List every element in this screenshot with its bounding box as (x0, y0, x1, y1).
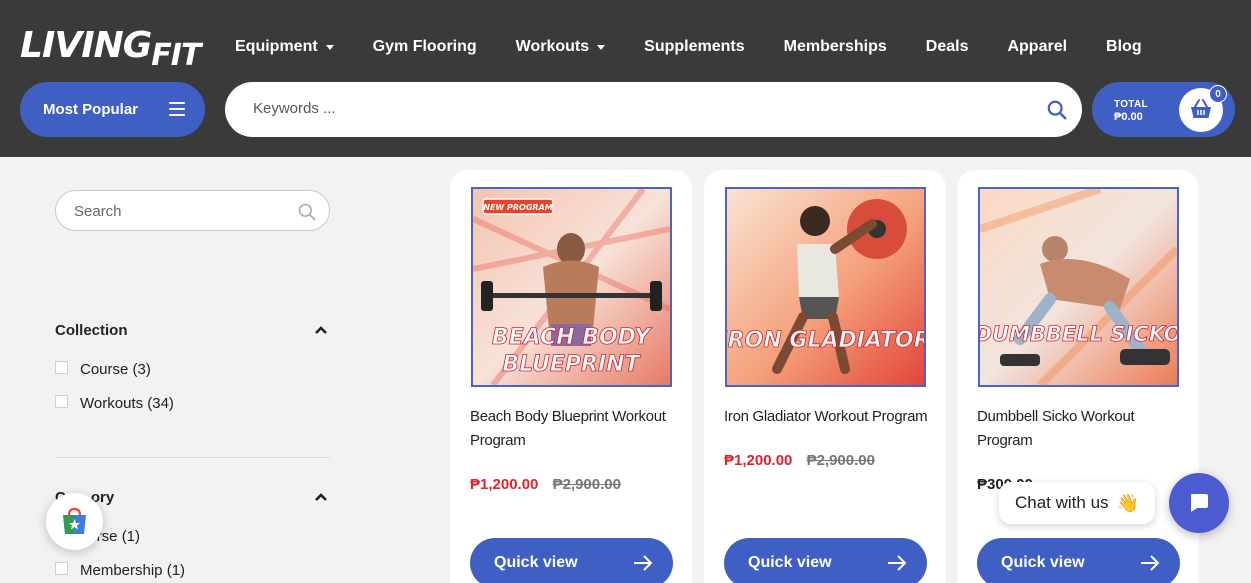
most-popular-label: Most Popular (43, 101, 139, 118)
chevron-down-icon (325, 44, 334, 50)
logo[interactable]: LIVINGFIT (20, 18, 208, 74)
product-card: IRON GLADIATOR Iron Gladiator Workout Pr… (704, 170, 946, 583)
filter-option-label: Workouts (34) (80, 395, 174, 412)
search-icon[interactable] (297, 202, 317, 222)
product-image[interactable]: DUMBBELL SICKO (978, 187, 1179, 387)
chevron-up-icon (315, 493, 327, 501)
header-search (225, 82, 1082, 137)
product-image[interactable]: IRON GLADIATOR (725, 187, 926, 387)
nav-label: Blog (1106, 38, 1142, 55)
new-program-badge: NEW PROGRAM (483, 203, 553, 212)
price-row: ₱1,200.00 ₱2,900.00 (724, 452, 875, 469)
original-price: ₱2,900.00 (806, 452, 875, 469)
nav-label: Memberships (783, 38, 887, 55)
nav-label: Equipment (235, 38, 318, 55)
chat-icon (1191, 494, 1208, 512)
arrow-right-icon (888, 555, 907, 571)
shopping-bag-badge-button[interactable] (46, 493, 103, 550)
cart-button[interactable]: TOTAL ₱0.00 0 (1092, 82, 1235, 137)
product-title[interactable]: Dumbbell Sicko Workout Program (977, 405, 1182, 453)
divider (55, 457, 330, 458)
quick-view-button[interactable]: Quick view (977, 538, 1180, 583)
image-title: DUMBBELL SICKO (980, 322, 1177, 346)
most-popular-button[interactable]: Most Popular (20, 82, 205, 137)
chevron-down-icon (597, 44, 606, 50)
cart-count-badge: 0 (1209, 85, 1227, 103)
checkbox[interactable] (55, 361, 68, 374)
nav-label: Apparel (1007, 38, 1068, 55)
sale-price: ₱1,200.00 (470, 476, 539, 493)
nav-label: Supplements (644, 38, 745, 55)
product-title[interactable]: Beach Body Blueprint Workout Program (470, 405, 675, 453)
image-title: IRON GLADIATOR (727, 328, 924, 353)
sale-price: ₱1,200.00 (724, 452, 793, 469)
price-row: ₱1,200.00 ₱2,900.00 (470, 476, 621, 493)
menu-icon (169, 102, 185, 116)
nav-label: Deals (925, 38, 969, 55)
cart-total-value: ₱0.00 (1114, 111, 1143, 123)
nav-apparel[interactable]: Apparel (1007, 36, 1067, 58)
nav-deals[interactable]: Deals (926, 36, 969, 58)
nav-blog[interactable]: Blog (1106, 36, 1142, 58)
original-price: ₱2,900.00 (552, 476, 621, 493)
quick-view-label: Quick view (1001, 554, 1085, 571)
nav-label: Gym Flooring (372, 38, 477, 55)
nav-equipment[interactable]: Equipment (235, 36, 334, 58)
filter-title: Collection (55, 322, 128, 339)
image-title-line2: BLUEPRINT (502, 352, 641, 377)
quick-view-button[interactable]: Quick view (470, 538, 673, 583)
main-nav: Equipment Gym Flooring Workouts Suppleme… (235, 36, 1181, 58)
nav-label: Workouts (515, 38, 590, 55)
sidebar-search (55, 190, 330, 231)
logo-text: LIVINGFIT (20, 25, 201, 74)
nav-workouts[interactable]: Workouts (515, 36, 606, 58)
chat-label: Chat with us (1015, 493, 1109, 512)
keywords-input[interactable] (253, 100, 1013, 117)
filter-option-label: Membership (1) (80, 562, 186, 579)
arrow-right-icon (1141, 555, 1160, 571)
checkbox[interactable] (55, 395, 68, 408)
sidebar-search-input[interactable] (74, 203, 294, 220)
product-card: NEW PROGRAM BEACH BODY BLUEPRINT Beach B… (450, 170, 692, 583)
filter-option-label: Course (3) (80, 361, 151, 378)
nav-supplements[interactable]: Supplements (644, 36, 744, 58)
cart-total-label: TOTAL (1114, 99, 1148, 110)
filter-option-course[interactable]: Course (3) (55, 361, 151, 378)
chat-launcher-button[interactable] (1169, 473, 1229, 533)
arrow-right-icon (634, 555, 653, 571)
filter-option-membership[interactable]: Membership (1) (55, 562, 185, 579)
chat-prompt[interactable]: Chat with us 👋 (999, 482, 1155, 524)
wave-icon: 👋 (1116, 492, 1139, 513)
filter-option-workouts[interactable]: Workouts (34) (55, 395, 174, 412)
product-image[interactable]: NEW PROGRAM BEACH BODY BLUEPRINT (471, 187, 672, 387)
checkbox[interactable] (55, 562, 68, 575)
nav-gym-flooring[interactable]: Gym Flooring (373, 36, 477, 58)
image-title-line1: BEACH BODY (492, 325, 652, 350)
quick-view-label: Quick view (494, 554, 578, 571)
product-title[interactable]: Iron Gladiator Workout Program (724, 405, 929, 429)
site-header: LIVINGFIT Equipment Gym Flooring Workout… (0, 0, 1251, 157)
nav-memberships[interactable]: Memberships (784, 36, 887, 58)
shopping-bag-icon (63, 507, 86, 534)
search-icon[interactable] (1046, 99, 1068, 121)
quick-view-button[interactable]: Quick view (724, 538, 927, 583)
quick-view-label: Quick view (748, 554, 832, 571)
filter-collection-header[interactable]: Collection (55, 322, 330, 342)
chevron-up-icon (315, 326, 327, 334)
